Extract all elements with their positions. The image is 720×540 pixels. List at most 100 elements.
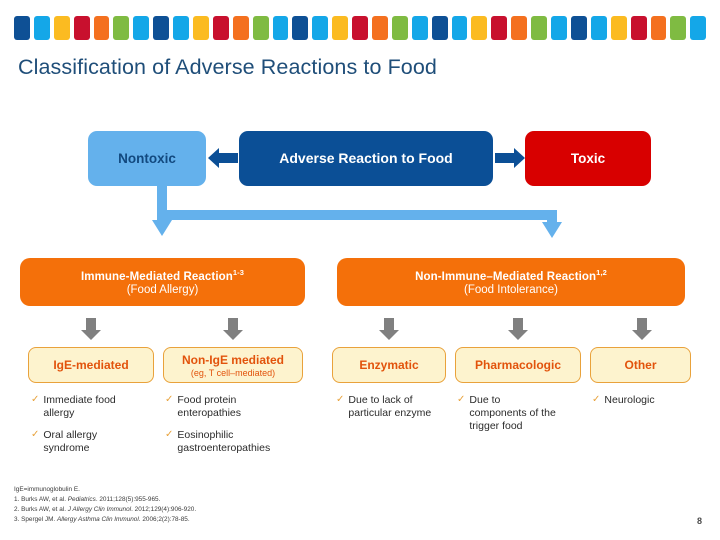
box-other-title: Other: [624, 358, 657, 372]
check-icon: ✓: [31, 429, 40, 441]
color-strip-square: [272, 16, 289, 40]
check-icon: ✓: [165, 394, 174, 405]
box-adverse-reaction-to-food: Adverse Reaction to Food: [239, 131, 493, 186]
box-nontoxic-label: Nontoxic: [118, 150, 176, 166]
bullet-list-enzymatic: ✓ Due to lack of particular enzyme: [336, 394, 446, 429]
box-immune-title: Immune-Mediated Reaction1-3: [81, 268, 244, 283]
color-strip-square: [252, 16, 269, 40]
color-strip-square: [93, 16, 110, 40]
color-strip-square: [153, 16, 170, 40]
color-strip-square: [451, 16, 468, 40]
color-strip-square: [232, 16, 249, 40]
color-strip-square: [551, 16, 567, 40]
box-enzymatic: Enzymatic: [332, 347, 446, 383]
box-nonimmune-superscript: 1,2: [596, 267, 607, 277]
box-toxic: Toxic: [525, 131, 651, 186]
list-item-label: Due to components of the trigger food: [469, 394, 556, 433]
check-icon: ✓: [457, 394, 466, 405]
color-strip-square: [590, 16, 607, 40]
color-strip-square: [193, 16, 209, 40]
footnote-abbreviation: IgE=immunoglobulin E.: [14, 486, 80, 493]
color-strip-square: [570, 16, 587, 40]
color-strip-square: [292, 16, 309, 40]
slide-canvas: Classification of Adverse Reactions to F…: [0, 0, 720, 540]
page-title: Classification of Adverse Reactions to F…: [18, 55, 437, 79]
color-strip-square: [53, 16, 70, 40]
box-pharmacologic: Pharmacologic: [455, 347, 581, 383]
box-ige-title: IgE-mediated: [53, 358, 129, 372]
footnote-reference-2: 2. Burks AW, et al. J Allergy Clin Immun…: [14, 505, 434, 515]
box-immune-mediated-reaction: Immune-Mediated Reaction1-3 (Food Allerg…: [20, 258, 305, 306]
list-item-label: Immediate food allergy: [43, 394, 116, 420]
footnote-reference-1: 1. Burks AW, et al. Pediatrics. 2011;128…: [14, 495, 434, 505]
color-strip-square: [690, 16, 707, 40]
connector-nontoxic-branch: [120, 186, 600, 248]
footnote-reference-3: 3. Spergel JM. Allergy Asthma Clin Immun…: [14, 515, 434, 525]
color-strip-square: [471, 16, 488, 40]
box-immune-title-text: Immune-Mediated Reaction: [80, 270, 233, 283]
box-non-immune-mediated-reaction: Non-Immune–Mediated Reaction1,2 (Food In…: [337, 258, 685, 306]
box-other: Other: [590, 347, 691, 383]
color-strip-square: [511, 16, 528, 40]
arrow-left-icon: [208, 147, 238, 169]
box-enzymatic-title: Enzymatic: [359, 358, 419, 372]
box-immune-superscript: 1-3: [232, 267, 245, 277]
arrow-down-icon-other: [631, 318, 653, 340]
footnote-2-journal: J Allergy Clin Immunol: [67, 505, 132, 513]
footnotes: IgE=immunoglobulin E. 1. Burks AW, et al…: [14, 485, 434, 525]
box-nonige-title: Non-IgE mediated: [181, 352, 284, 367]
box-nontoxic: Nontoxic: [88, 131, 206, 186]
box-ige-mediated: IgE-mediated: [28, 347, 154, 383]
color-strip-square: [212, 16, 229, 40]
check-icon: ✓: [592, 394, 601, 405]
footnote-1-citation: . 2011;128(5):955-965.: [95, 495, 161, 503]
list-item-label: Food protein enteropathies: [177, 394, 242, 420]
arrow-down-icon-enzymatic: [378, 318, 400, 340]
arrow-down-icon-pharmacologic: [507, 318, 529, 340]
color-strip-square: [133, 16, 150, 40]
arrow-down-icon-ige: [80, 318, 102, 340]
list-item: ✓ Eosinophilic gastroenteropathies: [165, 429, 275, 455]
decorative-color-strip: [14, 16, 707, 40]
check-icon: ✓: [31, 394, 40, 405]
box-toxic-label: Toxic: [570, 150, 606, 166]
list-item: ✓ Food protein enteropathies: [165, 394, 275, 420]
bullet-list-ige: ✓ Immediate food allergy ✓ Oral allergy syn…: [31, 394, 121, 465]
color-strip-square: [650, 16, 667, 40]
footnote-3-journal: Allergy Asthma Clin Immunol: [56, 515, 139, 523]
color-strip-square: [491, 16, 508, 40]
box-pharmacologic-title: Pharmacologic: [474, 358, 562, 372]
box-adverse-label: Adverse Reaction to Food: [279, 150, 453, 167]
color-strip-square: [113, 16, 130, 40]
list-item: ✓ Due to components of the trigger food: [457, 394, 557, 433]
color-strip-square: [411, 16, 428, 40]
list-item-label: Eosinophilic gastroenteropathies: [177, 429, 271, 455]
list-item-label: Neurologic: [604, 394, 655, 406]
color-strip-square: [670, 16, 687, 40]
bullet-list-pharmacologic: ✓ Due to components of the trigger food: [457, 394, 557, 442]
color-strip-square: [610, 16, 627, 40]
footnote-2-authors: 2. Burks AW, et al.: [14, 505, 68, 513]
footnote-1-journal: Pediatrics: [67, 495, 96, 503]
color-strip-square: [73, 16, 90, 40]
footnote-1-authors: 1. Burks AW, et al.: [14, 495, 68, 503]
footnote-3-citation: . 2006;2(2):78-85.: [138, 515, 190, 523]
box-immune-subtitle: (Food Allergy): [126, 284, 199, 297]
check-icon: ✓: [165, 429, 174, 441]
list-item: ✓ Oral allergy syndrome: [31, 429, 121, 455]
list-item-label: Oral allergy syndrome: [43, 429, 98, 455]
bullet-list-other: ✓ Neurologic: [592, 394, 692, 416]
arrow-down-icon-nonige: [222, 318, 244, 340]
color-strip-square: [14, 16, 30, 40]
list-item: ✓ Due to lack of particular enzyme: [336, 394, 446, 420]
color-strip-square: [630, 16, 647, 40]
list-item: ✓ Neurologic: [592, 394, 692, 407]
color-strip-square: [33, 16, 50, 40]
box-nonimmune-title-text: Non-Immune–Mediated Reaction: [415, 270, 597, 283]
color-strip-square: [173, 16, 190, 40]
list-item: ✓ Immediate food allergy: [31, 394, 121, 420]
footnote-3-authors: 3. Spergel JM.: [14, 515, 57, 523]
color-strip-square: [531, 16, 548, 40]
bullet-list-nonige: ✓ Food protein enteropathies ✓ Eosinophilic…: [165, 394, 275, 465]
box-nonimmune-title: Non-Immune–Mediated Reaction1,2: [415, 268, 607, 283]
